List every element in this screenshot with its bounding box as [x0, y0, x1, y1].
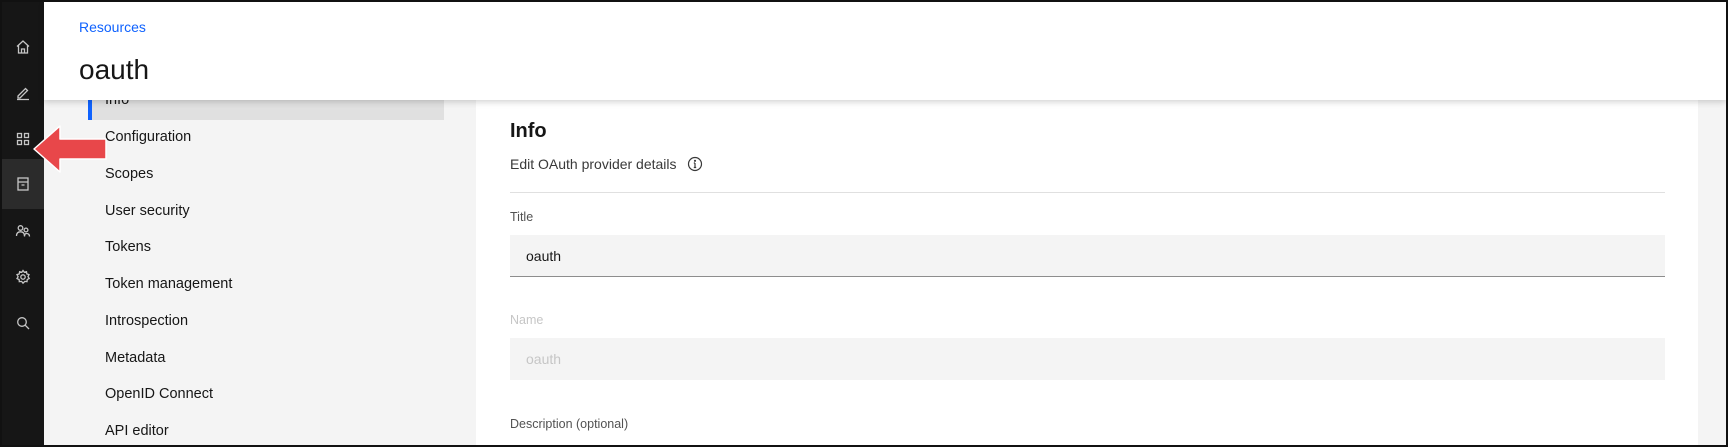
- rail-develop[interactable]: [2, 68, 44, 118]
- nav-item-api-editor[interactable]: API editor: [105, 423, 169, 439]
- data-store-icon: [17, 177, 29, 191]
- global-icon-rail: [2, 2, 44, 445]
- name-input: [510, 338, 1665, 380]
- name-field-label: Name: [510, 313, 544, 327]
- nav-item-tokens[interactable]: Tokens: [105, 239, 151, 255]
- app-window: Resources oauth Info Configuration Scope…: [2, 2, 1726, 445]
- search-icon: [17, 317, 30, 330]
- breadcrumb-resources[interactable]: Resources: [79, 19, 146, 35]
- page-title: oauth: [79, 54, 150, 85]
- info-panel: Info Edit OAuth provider details Title N…: [476, 100, 1698, 445]
- title-input[interactable]: [510, 235, 1665, 277]
- title-field-label: Title: [510, 210, 534, 224]
- nav-item-metadata[interactable]: Metadata: [105, 350, 165, 366]
- rail-home[interactable]: [2, 22, 44, 72]
- section-subtitle-row: Edit OAuth provider details: [510, 156, 703, 172]
- rail-users[interactable]: [2, 206, 44, 256]
- section-title: Info: [510, 120, 547, 142]
- settings-icon: [16, 269, 31, 285]
- red-arrow-annotation: [33, 125, 107, 173]
- nav-item-user-security[interactable]: User security: [105, 203, 190, 219]
- rail-search[interactable]: [2, 298, 44, 348]
- description-field-label: Description (optional): [510, 417, 629, 431]
- nav-item-openid-connect[interactable]: OpenID Connect: [105, 386, 213, 402]
- edit-icon: [17, 87, 29, 101]
- home-icon: [16, 40, 30, 54]
- section-divider: [510, 192, 1665, 193]
- nav-item-token-management[interactable]: Token management: [105, 276, 232, 292]
- nav-item-configuration[interactable]: Configuration: [105, 129, 191, 145]
- apps-grid-icon: [16, 132, 30, 146]
- nav-item-introspection[interactable]: Introspection: [105, 313, 188, 329]
- page-header: Resources oauth: [44, 2, 1726, 100]
- section-subtitle: Edit OAuth provider details: [510, 156, 677, 172]
- info-icon[interactable]: [687, 156, 703, 172]
- rail-settings[interactable]: [2, 252, 44, 302]
- nav-item-scopes[interactable]: Scopes: [105, 166, 153, 182]
- users-icon: [15, 225, 31, 237]
